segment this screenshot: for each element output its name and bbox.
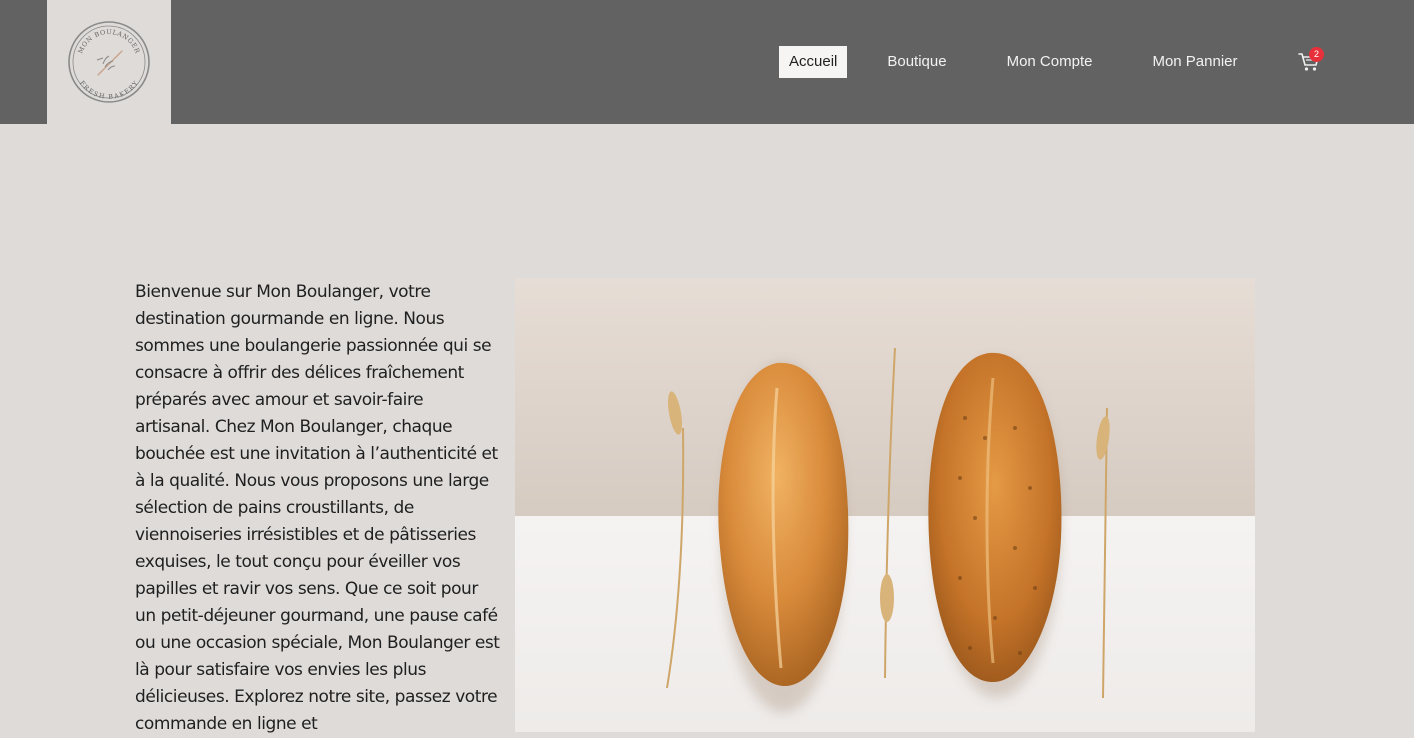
cart-count-badge: 2 bbox=[1309, 47, 1324, 62]
logo[interactable]: MON BOULANGER FRESH BAKERY bbox=[47, 0, 171, 124]
nav-item-boutique[interactable]: Boutique bbox=[877, 46, 956, 78]
bread-photo bbox=[515, 278, 1255, 732]
svg-text:MON BOULANGER: MON BOULANGER bbox=[76, 28, 141, 55]
nav-item-accueil[interactable]: Accueil bbox=[779, 46, 848, 78]
nav-item-mon-pannier[interactable]: Mon Pannier bbox=[1142, 46, 1247, 78]
logo-text-top: MON BOULANGER bbox=[76, 28, 141, 55]
bakery-logo-icon: MON BOULANGER FRESH BAKERY bbox=[68, 21, 150, 103]
site-header: MON BOULANGER FRESH BAKERY Accueil Bouti… bbox=[0, 0, 1414, 124]
intro-paragraph: Bienvenue sur Mon Boulanger, votre desti… bbox=[135, 282, 500, 734]
baguette-right bbox=[928, 352, 1062, 683]
main-nav: Accueil Boutique Mon Compte Mon Pannier bbox=[779, 46, 1248, 78]
logo-text-bottom: FRESH BAKERY bbox=[78, 79, 140, 101]
svg-text:FRESH BAKERY: FRESH BAKERY bbox=[78, 79, 140, 101]
hero-bread-image bbox=[515, 278, 1255, 732]
nav-item-mon-compte[interactable]: Mon Compte bbox=[997, 46, 1103, 78]
